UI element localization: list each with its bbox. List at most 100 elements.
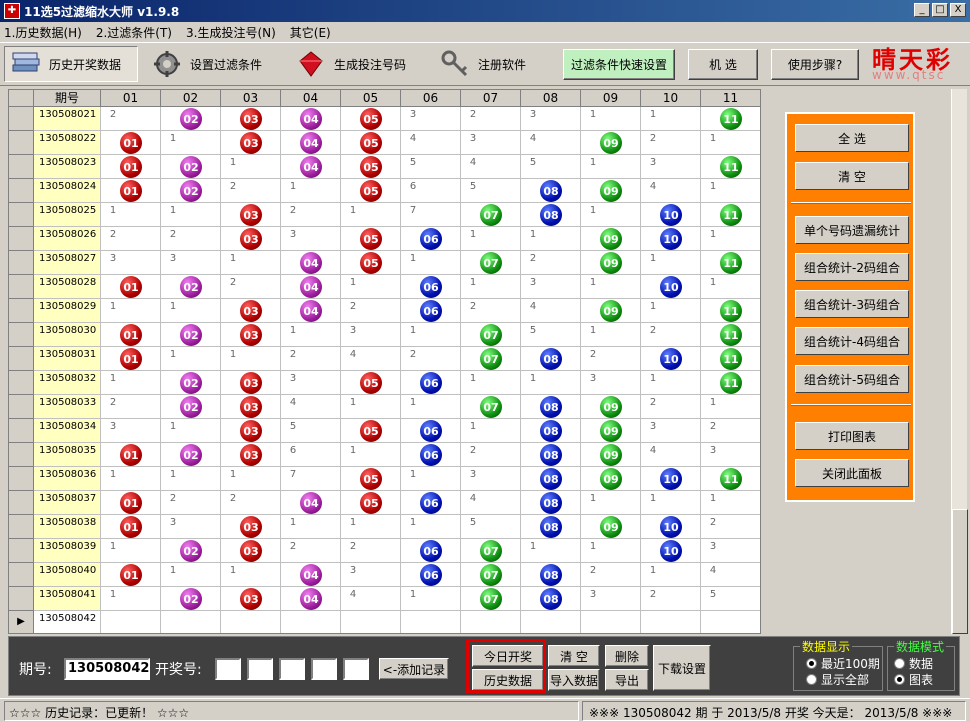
register-button[interactable]: 注册软件 [440, 46, 552, 82]
row-header[interactable] [9, 299, 34, 323]
period-cell[interactable]: 130508040 [34, 563, 101, 587]
combo4-stat-button[interactable]: 组合统计-4码组合 [795, 327, 909, 355]
draw-number-input-1[interactable] [215, 658, 241, 680]
download-settings-button[interactable]: 下载设置 [653, 645, 711, 691]
period-cell[interactable]: 130508033 [34, 395, 101, 419]
row-header[interactable] [9, 227, 34, 251]
row-header[interactable] [9, 419, 34, 443]
grid-line [101, 370, 760, 371]
select-all-button[interactable]: 全 选 [795, 124, 909, 152]
set-filter-button[interactable]: 设置过滤条件 [152, 46, 282, 82]
clear-records-button[interactable]: 清 空 [548, 645, 600, 667]
period-cell[interactable]: 130508042 [34, 611, 101, 633]
row-header[interactable] [9, 275, 34, 299]
row-header[interactable] [9, 443, 34, 467]
period-cell[interactable]: 130508037 [34, 491, 101, 515]
menu-history[interactable]: 1.历史数据(H) [4, 24, 82, 41]
period-cell[interactable]: 130508036 [34, 467, 101, 491]
row-header[interactable] [9, 155, 34, 179]
period-cell[interactable]: 130508028 [34, 275, 101, 299]
combo2-stat-button[interactable]: 组合统计-2码组合 [795, 253, 909, 281]
clear-button[interactable]: 清 空 [795, 162, 909, 190]
row-header[interactable] [9, 395, 34, 419]
random-pick-button[interactable]: 机 选 [688, 49, 758, 80]
quick-filter-button[interactable]: 过滤条件快速设置 [563, 49, 675, 80]
period-cell[interactable]: 130508023 [34, 155, 101, 179]
set-filter-label: 设置过滤条件 [190, 57, 263, 72]
miss-count: 2 [649, 325, 657, 336]
single-miss-stat-button[interactable]: 单个号码遗漏统计 [795, 216, 909, 244]
period-cell[interactable]: 130508031 [34, 347, 101, 371]
period-cell[interactable]: 130508024 [34, 179, 101, 203]
period-cell[interactable]: 130508025 [34, 203, 101, 227]
miss-count: 4 [649, 181, 657, 192]
import-data-button[interactable]: 导入数据 [548, 669, 600, 691]
status-draw-info: ※※※ 130508042 期 于 2013/5/8 开奖 今天是： 2013/… [582, 701, 966, 721]
miss-count: 3 [469, 469, 477, 480]
drawn-number-ball: 01 [120, 564, 142, 586]
period-cell[interactable]: 130508038 [34, 515, 101, 539]
add-record-button[interactable]: <-添加记录 [379, 658, 449, 680]
miss-count: 2 [589, 565, 597, 576]
row-header[interactable] [9, 347, 34, 371]
menu-generate[interactable]: 3.生成投注号(N) [186, 24, 276, 41]
show-all-radio[interactable]: 显示全部 [806, 672, 882, 687]
row-header[interactable] [9, 251, 34, 275]
row-header[interactable]: ▶ [9, 611, 34, 633]
draw-number-input-5[interactable] [343, 658, 369, 680]
usage-steps-button[interactable]: 使用步骤? [771, 49, 859, 80]
miss-count: 3 [709, 445, 717, 456]
show-all-label: 显示全部 [821, 673, 870, 687]
row-header[interactable] [9, 179, 34, 203]
draw-history-grid[interactable]: 期号 01 02 03 04 05 06 07 08 09 10 11 130508021 2 02 03 0… [8, 89, 761, 634]
maximize-button[interactable]: □ [932, 3, 948, 17]
close-panel-button[interactable]: 关闭此面板 [795, 459, 909, 487]
close-button[interactable]: X [950, 3, 966, 17]
period-cell[interactable]: 130508035 [34, 443, 101, 467]
combo5-stat-button[interactable]: 组合统计-5码组合 [795, 365, 909, 393]
period-cell[interactable]: 130508032 [34, 371, 101, 395]
row-header[interactable] [9, 467, 34, 491]
period-cell[interactable]: 130508030 [34, 323, 101, 347]
period-cell[interactable]: 130508034 [34, 419, 101, 443]
period-input[interactable]: 130508042 [64, 658, 150, 680]
menu-filter[interactable]: 2.过滤条件(T) [96, 24, 172, 41]
mode-legend: 数据模式 [894, 638, 947, 655]
period-cell[interactable]: 130508029 [34, 299, 101, 323]
generate-numbers-button[interactable]: 生成投注号码 [296, 46, 426, 82]
row-header[interactable] [9, 563, 34, 587]
row-header[interactable] [9, 131, 34, 155]
window-title: 11选5过滤缩水大师 v1.9.8 [24, 4, 180, 19]
row-header[interactable] [9, 587, 34, 611]
history-draw-button[interactable]: 历史开奖数据 [4, 46, 138, 82]
draw-number-input-3[interactable] [279, 658, 305, 680]
history-draw-label: 历史开奖数据 [49, 57, 122, 72]
scrollbar-thumb[interactable] [952, 509, 968, 634]
menu-other[interactable]: 其它(E) [290, 24, 331, 41]
row-header[interactable] [9, 107, 34, 131]
recent100-radio[interactable]: 最近100期 [806, 656, 882, 671]
period-cell[interactable]: 130508026 [34, 227, 101, 251]
drawn-number-ball: 01 [120, 180, 142, 202]
draw-number-input-2[interactable] [247, 658, 273, 680]
period-cell[interactable]: 130508041 [34, 587, 101, 611]
period-cell[interactable]: 130508021 [34, 107, 101, 131]
minimize-button[interactable]: _ [914, 3, 930, 17]
draw-number-input-4[interactable] [311, 658, 337, 680]
row-header[interactable] [9, 491, 34, 515]
print-chart-button[interactable]: 打印图表 [795, 422, 909, 450]
period-cell[interactable]: 130508027 [34, 251, 101, 275]
export-button[interactable]: 导出 [605, 669, 649, 691]
row-header[interactable] [9, 371, 34, 395]
row-header[interactable] [9, 203, 34, 227]
vertical-scrollbar[interactable] [951, 89, 968, 634]
mode-data-radio[interactable]: 数据 [894, 656, 954, 671]
row-header[interactable] [9, 323, 34, 347]
mode-chart-radio[interactable]: 图表 [894, 672, 954, 687]
period-cell[interactable]: 130508022 [34, 131, 101, 155]
row-header[interactable] [9, 539, 34, 563]
delete-button[interactable]: 删除 [605, 645, 649, 667]
row-header[interactable] [9, 515, 34, 539]
period-cell[interactable]: 130508039 [34, 539, 101, 563]
combo3-stat-button[interactable]: 组合统计-3码组合 [795, 290, 909, 318]
